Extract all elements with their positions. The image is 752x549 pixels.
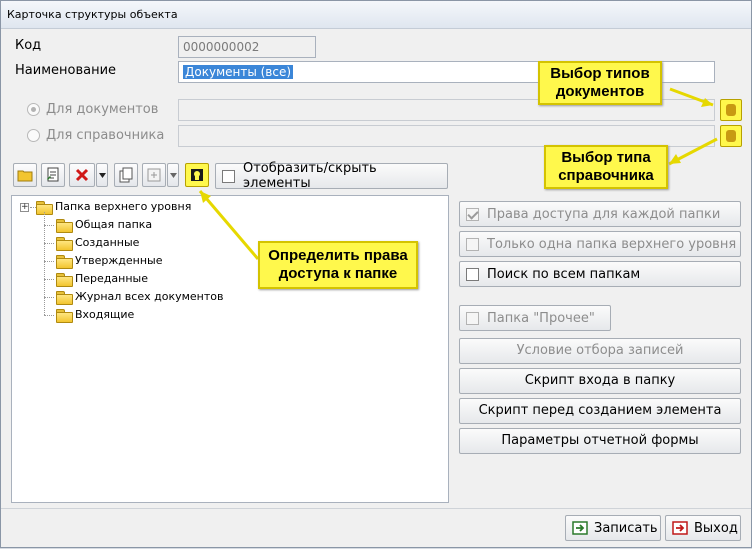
move-icon bbox=[147, 168, 161, 182]
code-field[interactable]: 0000000002 bbox=[178, 36, 316, 58]
callout-folder-access: Определить права доступа к папке bbox=[258, 241, 418, 289]
save-icon bbox=[572, 521, 588, 535]
structure-card-window: Карточка структуры объекта Код 000000000… bbox=[0, 0, 752, 548]
document-types-select-button[interactable] bbox=[720, 99, 742, 121]
move-dropdown-button[interactable] bbox=[167, 163, 179, 187]
folder-icon bbox=[56, 308, 73, 323]
tree-node-approved[interactable]: Утвержденные bbox=[56, 254, 163, 269]
tree-connector bbox=[44, 297, 54, 298]
select-knob-icon bbox=[726, 104, 736, 116]
tree-node-label: Папка верхнего уровня bbox=[55, 200, 192, 213]
delete-dropdown-button[interactable] bbox=[96, 163, 108, 187]
tree-connector bbox=[44, 279, 54, 280]
search-all-folders-option[interactable]: Поиск по всем папкам bbox=[459, 261, 741, 287]
folder-icon bbox=[56, 272, 73, 287]
edit-folder-button[interactable] bbox=[41, 163, 65, 187]
callout-document-types: Выбор типов документов bbox=[538, 61, 662, 105]
exit-label: Выход bbox=[694, 520, 738, 536]
callout-reference-type: Выбор типа справочника bbox=[544, 145, 668, 189]
only-one-top-folder-label: Только одна папка верхнего уровня bbox=[487, 236, 737, 252]
code-label: Код bbox=[15, 38, 42, 53]
tree-node-label: Переданные bbox=[75, 272, 148, 285]
select-knob-icon bbox=[726, 130, 736, 142]
arrowhead-icon bbox=[669, 154, 681, 164]
tree-node-label: Созданные bbox=[75, 236, 140, 249]
access-rights-icon bbox=[191, 169, 203, 181]
tree-node-label: Журнал всех документов bbox=[75, 290, 224, 303]
name-field-value: Документы (все) bbox=[183, 65, 294, 79]
save-label: Записать bbox=[594, 520, 658, 536]
name-label: Наименование bbox=[15, 63, 117, 78]
reference-type-select-button[interactable] bbox=[720, 125, 742, 147]
tree-connector bbox=[44, 261, 54, 262]
radio-reference-label: Для справочника bbox=[46, 128, 165, 143]
search-all-folders-checkbox bbox=[466, 267, 479, 281]
folder-icon bbox=[56, 254, 73, 269]
folder-icon bbox=[56, 236, 73, 251]
document-edit-icon bbox=[47, 167, 59, 182]
tree-expand-toggle[interactable]: + bbox=[20, 203, 29, 212]
copy-icon bbox=[119, 167, 133, 183]
radio-for-documents[interactable]: Для документов bbox=[27, 102, 158, 117]
radio-dot-documents bbox=[27, 103, 40, 116]
record-filter-button[interactable]: Условие отбора записей bbox=[459, 338, 741, 364]
search-all-folders-label: Поиск по всем папкам bbox=[487, 266, 641, 282]
show-hide-label: Отобразить/скрыть элементы bbox=[243, 161, 377, 191]
save-button[interactable]: Записать bbox=[565, 515, 661, 541]
tree-node-incoming[interactable]: Входящие bbox=[56, 308, 135, 323]
folder-icon bbox=[17, 170, 33, 182]
access-each-folder-label: Права доступа для каждой папки bbox=[487, 206, 721, 222]
radio-documents-label: Для документов bbox=[46, 102, 159, 117]
other-folder-checkbox bbox=[466, 311, 479, 325]
show-hide-checkbox bbox=[222, 169, 235, 183]
tree-connector bbox=[44, 212, 45, 315]
reference-type-field[interactable] bbox=[178, 125, 715, 147]
tree-node-transferred[interactable]: Переданные bbox=[56, 272, 148, 287]
radio-for-reference[interactable]: Для справочника bbox=[27, 128, 164, 143]
copy-folder-button[interactable] bbox=[114, 163, 138, 187]
tree-node-label: Входящие bbox=[75, 308, 135, 321]
other-folder-option[interactable]: Папка "Прочее" bbox=[459, 305, 611, 331]
other-folder-label: Папка "Прочее" bbox=[487, 310, 595, 326]
tree-node-label: Общая папка bbox=[75, 218, 153, 231]
tree-node-journal[interactable]: Журнал всех документов bbox=[56, 290, 224, 305]
folder-icon bbox=[56, 290, 73, 305]
delete-folder-button[interactable] bbox=[69, 163, 95, 187]
folder-icon bbox=[36, 200, 53, 215]
only-one-top-folder-option[interactable]: Только одна папка верхнего уровня bbox=[459, 231, 741, 257]
tree-connector bbox=[44, 315, 54, 316]
chevron-down-icon bbox=[169, 172, 177, 178]
radio-dot-reference bbox=[27, 129, 40, 142]
only-one-top-folder-checkbox bbox=[466, 237, 479, 251]
footer-divider bbox=[1, 508, 751, 509]
tree-node-general[interactable]: Общая папка bbox=[56, 218, 153, 233]
exit-button[interactable]: Выход bbox=[665, 515, 741, 541]
exit-icon bbox=[672, 521, 688, 535]
show-hide-elements-toggle[interactable]: Отобразить/скрыть элементы bbox=[215, 161, 448, 191]
report-params-button[interactable]: Параметры отчетной формы bbox=[459, 428, 741, 454]
tree-node-root[interactable]: Папка верхнего уровня bbox=[36, 200, 192, 215]
add-folder-button[interactable] bbox=[13, 163, 37, 187]
chevron-down-icon bbox=[98, 172, 106, 178]
access-each-folder-checkbox bbox=[466, 207, 479, 221]
tree-connector bbox=[44, 225, 54, 226]
tree-node-created[interactable]: Созданные bbox=[56, 236, 140, 251]
delete-x-icon bbox=[75, 168, 89, 182]
before-create-script-button[interactable]: Скрипт перед созданием элемента bbox=[459, 398, 741, 424]
tree-node-label: Утвержденные bbox=[75, 254, 163, 267]
folder-icon bbox=[56, 218, 73, 233]
access-each-folder-option[interactable]: Права доступа для каждой папки bbox=[459, 201, 741, 227]
window-title: Карточка структуры объекта bbox=[1, 1, 751, 29]
tree-connector bbox=[44, 243, 54, 244]
move-folder-button[interactable] bbox=[142, 163, 166, 187]
enter-folder-script-button[interactable]: Скрипт входа в папку bbox=[459, 368, 741, 394]
folder-access-rights-button[interactable] bbox=[185, 163, 209, 187]
